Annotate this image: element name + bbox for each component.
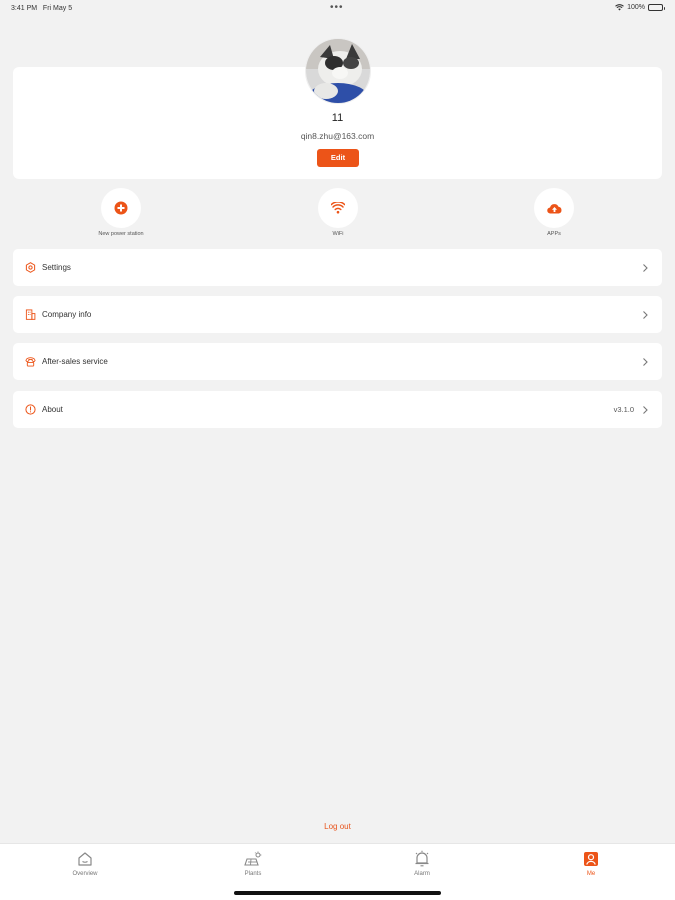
wifi-label: WiFi (332, 231, 344, 237)
battery-percent: 100% (627, 4, 645, 11)
status-bar: 3:41 PM Fri May 5 ••• 100% (0, 0, 675, 16)
add-circle-icon (114, 201, 128, 215)
battery-icon (648, 4, 665, 11)
chevron-right-icon (643, 310, 648, 319)
chevron-right-icon (643, 405, 648, 414)
menu-item-settings[interactable]: Settings (13, 249, 662, 286)
tab-plants[interactable]: Plants (213, 850, 293, 877)
menu-item-after-sales-service[interactable]: After-sales service (13, 343, 662, 380)
alarm-icon (415, 850, 429, 867)
gear-icon (25, 262, 35, 273)
app-version: v3.1.0 (613, 405, 634, 414)
chevron-right-icon (643, 357, 648, 366)
tab-label-overview: Overview (72, 871, 98, 877)
multitask-dots[interactable]: ••• (330, 2, 344, 13)
person-icon (584, 852, 598, 866)
home-indicator[interactable] (234, 891, 441, 895)
status-indicators: 100% (615, 4, 665, 11)
wifi-icon (331, 202, 345, 214)
tab-overview[interactable]: Overview (45, 850, 125, 877)
building-icon (25, 309, 35, 320)
plant-icon (244, 851, 262, 866)
home-icon (78, 852, 92, 866)
menu-item-about[interactable]: About v3.1.0 (13, 391, 662, 428)
menu-label-after-sales-service: After-sales service (42, 357, 108, 366)
new-power-station-label: New power station (98, 231, 144, 237)
tab-me[interactable]: Me (551, 850, 631, 877)
menu-label-settings: Settings (42, 263, 71, 272)
avatar[interactable] (305, 38, 371, 104)
tab-label-plants: Plants (244, 871, 262, 877)
apps-label: APPs (547, 231, 561, 237)
tab-label-me: Me (586, 871, 596, 877)
user-email: qin8.zhu@163.com (300, 131, 375, 141)
edit-profile-button[interactable]: Edit (317, 149, 359, 167)
tab-alarm[interactable]: Alarm (382, 850, 462, 877)
username: 11 (331, 112, 344, 124)
chevron-right-icon (643, 263, 648, 272)
menu-item-company-info[interactable]: Company info (13, 296, 662, 333)
info-icon (24, 404, 36, 415)
logout-button[interactable]: Log out (0, 822, 675, 831)
menu-label-company-info: Company info (42, 310, 92, 319)
menu-label-about: About (42, 405, 63, 414)
wifi-button[interactable]: WiFi (288, 188, 388, 237)
phone-service-icon (24, 357, 36, 367)
wifi-status-icon (615, 4, 624, 11)
new-power-station-button[interactable]: New power station (71, 188, 171, 237)
status-time: 3:41 PM Fri May 5 (11, 5, 73, 12)
apps-button[interactable]: APPs (504, 188, 604, 237)
cloud-upload-icon (546, 203, 561, 214)
tab-label-alarm: Alarm (414, 871, 430, 877)
